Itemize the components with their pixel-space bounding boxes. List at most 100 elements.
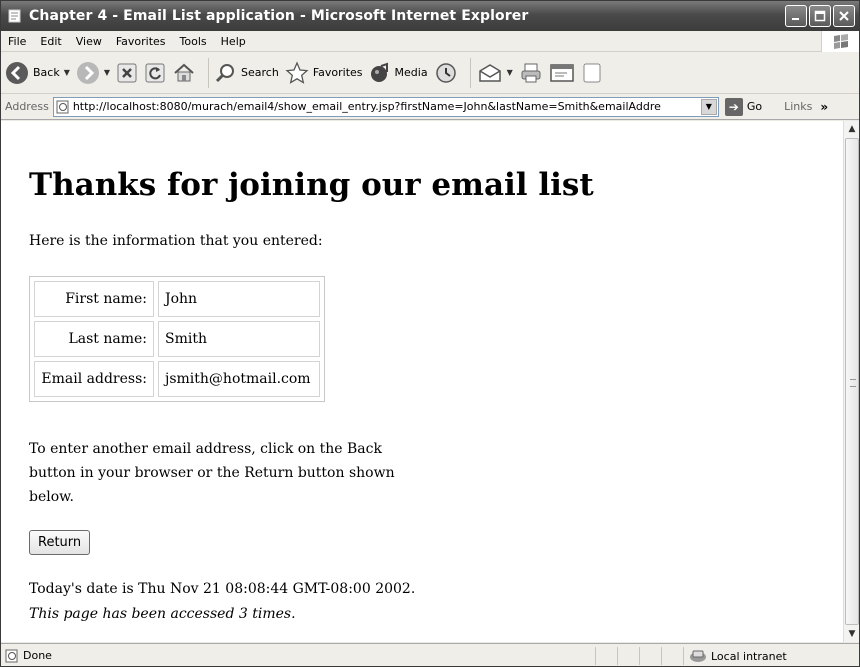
home-button[interactable] — [172, 61, 196, 85]
favorites-button[interactable]: Favorites — [285, 60, 363, 85]
status-pane — [617, 647, 618, 665]
entry-table: First name: John Last name: Smith Email … — [29, 276, 325, 402]
menu-favorites[interactable]: Favorites — [109, 35, 173, 48]
menu-tools[interactable]: Tools — [173, 35, 214, 48]
media-button[interactable]: Media — [369, 62, 428, 84]
page-icon — [56, 100, 69, 113]
minimize-icon — [792, 18, 799, 20]
refresh-button[interactable] — [144, 62, 166, 84]
access-count-text: This page has been accessed 3 times. — [29, 606, 296, 622]
forward-arrow-icon — [76, 61, 99, 84]
title-bar[interactable]: Chapter 4 - Email List application - Mic… — [1, 1, 859, 31]
minimize-button[interactable] — [785, 5, 807, 27]
last-name-label: Last name: — [34, 321, 154, 357]
scroll-up-icon[interactable]: ▲ — [844, 121, 859, 137]
menu-edit[interactable]: Edit — [33, 35, 68, 48]
table-row: First name: John — [34, 281, 320, 317]
page-done-icon — [5, 649, 19, 663]
back-arrow-icon — [6, 61, 28, 84]
go-button[interactable]: ➔ Go — [724, 97, 763, 116]
toolbar-separator — [469, 57, 471, 88]
back-dropdown-icon[interactable]: ▼ — [64, 68, 70, 77]
search-icon — [215, 63, 235, 82]
close-button[interactable] — [833, 5, 855, 27]
menu-view[interactable]: View — [69, 35, 109, 48]
intro-text: Here is the information that you entered… — [29, 233, 323, 249]
discuss-icon — [583, 63, 601, 82]
edit-button[interactable] — [549, 61, 575, 85]
intranet-icon — [690, 650, 706, 662]
scroll-down-icon[interactable]: ▼ — [844, 626, 859, 642]
last-name-value: Smith — [158, 321, 320, 357]
mail-button[interactable]: ▼ — [477, 61, 513, 85]
menu-bar: File Edit View Favorites Tools Help — [1, 31, 859, 52]
menu-help[interactable]: Help — [214, 35, 253, 48]
first-name-value: John — [158, 281, 320, 317]
mail-dropdown-icon[interactable]: ▼ — [507, 68, 513, 77]
address-label: Address — [5, 100, 49, 113]
page-viewport: Thanks for joining our email list Here i… — [1, 121, 843, 642]
date-text: Today's date is Thu Nov 21 08:08:44 GMT-… — [29, 581, 416, 597]
forward-button[interactable]: ▼ — [76, 61, 110, 85]
links-toolbar[interactable]: Links — [784, 100, 812, 113]
maximize-icon — [814, 10, 826, 22]
status-pane — [639, 647, 640, 665]
status-text: Done — [23, 649, 52, 662]
discuss-button[interactable] — [581, 61, 603, 85]
forward-dropdown-icon[interactable]: ▼ — [104, 68, 110, 77]
status-pane — [661, 647, 662, 665]
access-count: 3 — [238, 606, 248, 622]
window-title: Chapter 4 - Email List application - Mic… — [29, 8, 529, 24]
search-button[interactable]: Search — [215, 62, 279, 84]
toolbar: Back ▼ ▼ Search Favorites Media ▼ — [1, 52, 859, 94]
access-count-prefix: This page has been accessed — [29, 606, 239, 622]
favorites-star-icon — [285, 60, 309, 84]
address-input[interactable]: http://localhost:8080/murach/email4/show… — [52, 96, 719, 117]
media-icon — [370, 62, 388, 82]
address-dropdown-icon[interactable]: ▼ — [700, 98, 717, 115]
status-pane — [595, 647, 596, 665]
stop-icon — [117, 63, 137, 82]
email-address-label: Email address: — [34, 361, 154, 397]
scroll-grip-icon — [850, 379, 856, 387]
media-label: Media — [394, 66, 428, 79]
home-icon — [174, 63, 194, 81]
back-button[interactable]: Back ▼ — [5, 61, 70, 85]
close-icon — [839, 11, 849, 21]
first-name-label: First name: — [34, 281, 154, 317]
refresh-icon — [145, 63, 165, 82]
table-row: Last name: Smith — [34, 321, 320, 357]
toolbar-separator — [208, 57, 210, 88]
search-label: Search — [241, 66, 279, 79]
history-icon — [435, 62, 456, 83]
email-address-value: jsmith@hotmail.com — [158, 361, 320, 397]
status-pane — [683, 647, 684, 665]
instructions-text: To enter another email address, click on… — [29, 441, 395, 505]
windows-logo-icon — [821, 31, 859, 52]
security-zone-label: Local intranet — [711, 649, 787, 663]
table-row: Email address: jsmith@hotmail.com — [34, 361, 320, 397]
history-button[interactable] — [434, 61, 458, 85]
menu-file[interactable]: File — [1, 35, 33, 48]
access-count-suffix: times. — [247, 606, 296, 622]
scroll-thumb[interactable] — [845, 138, 859, 625]
security-zone[interactable]: Local intranet — [689, 644, 787, 666]
ie-page-icon — [7, 8, 23, 24]
mail-icon — [478, 63, 501, 82]
go-label: Go — [746, 100, 763, 113]
back-label: Back — [33, 66, 60, 79]
address-url: http://localhost:8080/murach/email4/show… — [72, 100, 661, 113]
maximize-button[interactable] — [809, 5, 831, 27]
return-button[interactable]: Return — [29, 530, 91, 555]
favorites-label: Favorites — [312, 66, 363, 79]
address-bar: Address http://localhost:8080/murach/ema… — [1, 94, 859, 120]
stop-button[interactable] — [116, 62, 138, 84]
print-button[interactable] — [519, 61, 543, 85]
vertical-scrollbar[interactable]: ▲ ▼ — [843, 121, 859, 642]
go-arrow-icon: ➔ — [724, 97, 743, 116]
browser-window: Chapter 4 - Email List application - Mic… — [0, 0, 860, 667]
print-icon — [521, 63, 541, 82]
page-heading: Thanks for joining our email list — [29, 167, 594, 203]
status-bar: Done Local intranet — [1, 643, 859, 666]
links-chevron-icon[interactable]: » — [820, 100, 828, 114]
